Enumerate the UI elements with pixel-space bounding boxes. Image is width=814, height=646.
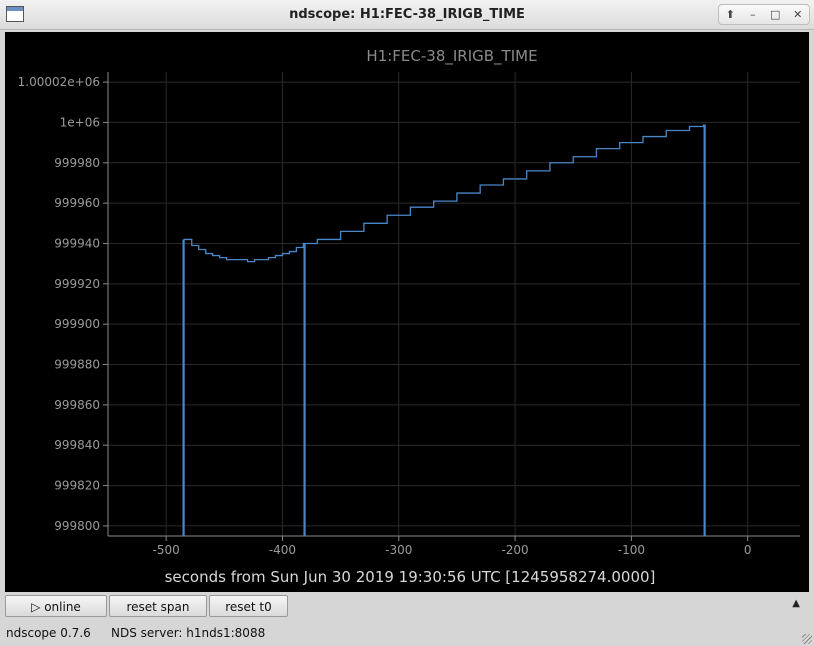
- shade-icon[interactable]: ⬆: [721, 6, 739, 24]
- trace-line: [183, 124, 705, 263]
- minimize-icon[interactable]: –: [744, 6, 762, 24]
- grid: [108, 72, 800, 536]
- y-tick-label: 999880: [54, 358, 100, 372]
- x-axis-label: seconds from Sun Jun 30 2019 19:30:56 UT…: [165, 568, 656, 586]
- y-tick-labels: 999800 999820 999840 999860 999880 999900 9999…: [18, 75, 108, 533]
- expand-arrow-icon[interactable]: ▲: [792, 598, 800, 609]
- plot-canvas[interactable]: H1:FEC-38_IRIGB_TIME 9998009998209998409…: [5, 32, 809, 592]
- axes: [107, 72, 800, 537]
- status-bar: ndscope 0.7.6 NDS server: h1nds1:8088: [0, 620, 814, 646]
- reset-span-button[interactable]: reset span: [109, 595, 207, 617]
- reset-t0-button[interactable]: reset t0: [209, 595, 288, 617]
- x-tick-labels: -500 -400 -300 -200 -100 0: [153, 536, 752, 557]
- plot-title: H1:FEC-38_IRIGB_TIME: [366, 47, 537, 66]
- y-tick-label: 999820: [54, 479, 100, 493]
- title-bar: ndscope: H1:FEC-38_IRIGB_TIME ⬆ – □ ✕: [0, 0, 814, 30]
- maximize-icon[interactable]: □: [766, 6, 784, 24]
- control-bar: ▷ online reset span reset t0 ▲: [0, 594, 814, 620]
- trace: [182, 124, 706, 536]
- y-tick-label: 999860: [54, 398, 100, 412]
- server-text: NDS server: h1nds1:8088: [111, 626, 266, 640]
- y-tick-label: 999920: [54, 277, 100, 291]
- x-tick-label: -500: [153, 543, 180, 557]
- y-tick-label: 999900: [54, 317, 100, 331]
- y-tick-label: 999980: [54, 156, 100, 170]
- x-tick-label: -300: [385, 543, 412, 557]
- y-tick-label: 1e+06: [60, 115, 100, 129]
- y-tick-label: 999840: [54, 438, 100, 452]
- resize-grip-icon[interactable]: [802, 634, 812, 644]
- version-text: ndscope 0.7.6: [6, 626, 91, 640]
- y-tick-label: 999800: [54, 519, 100, 533]
- y-tick-label: 999940: [54, 236, 100, 250]
- x-tick-label: -200: [501, 543, 528, 557]
- window-controls: ⬆ – □ ✕: [718, 4, 810, 25]
- x-tick-label: -100: [618, 543, 645, 557]
- x-tick-label: -400: [269, 543, 296, 557]
- y-tick-label: 999960: [54, 196, 100, 210]
- y-tick-label: 1.00002e+06: [18, 75, 100, 89]
- online-button[interactable]: ▷ online: [5, 595, 107, 617]
- window-title: ndscope: H1:FEC-38_IRIGB_TIME: [289, 7, 525, 22]
- plot-area[interactable]: H1:FEC-38_IRIGB_TIME 999800 999820 999840 9…: [5, 32, 809, 592]
- close-icon[interactable]: ✕: [789, 6, 807, 24]
- x-tick-label: 0: [744, 543, 752, 557]
